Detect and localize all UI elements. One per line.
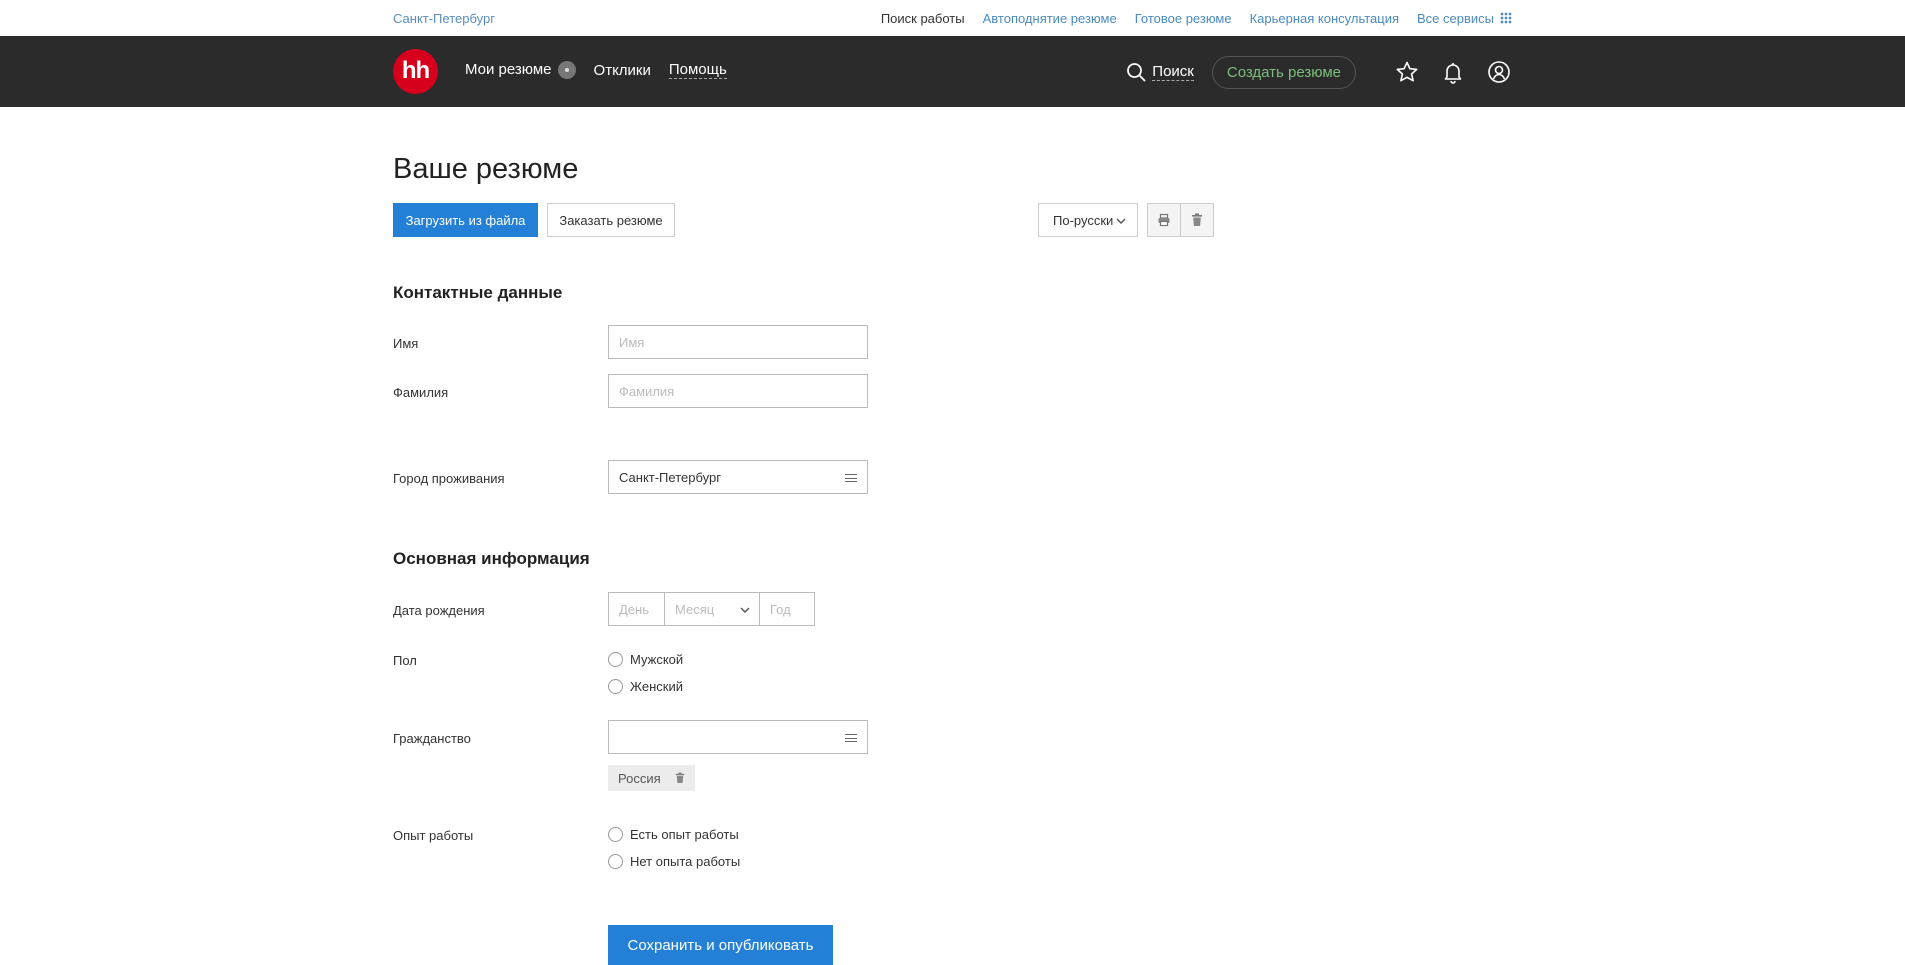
citizenship-input[interactable]: [608, 720, 868, 754]
birth-month-placeholder: Месяц: [675, 601, 715, 617]
top-bar: Санкт-Петербург Поиск работы Автоподняти…: [0, 0, 1905, 36]
radio-circle: [608, 652, 623, 667]
print-icon: [1158, 213, 1170, 227]
city-link[interactable]: Санкт-Петербург: [393, 11, 495, 26]
bell-icon: [1444, 63, 1462, 84]
basic-info-section-title: Основная информация: [393, 549, 590, 568]
list-icon[interactable]: [845, 734, 857, 742]
first-name-input[interactable]: Имя: [608, 325, 868, 359]
birth-year-input[interactable]: Год: [760, 592, 815, 626]
search-icon: [1127, 63, 1146, 82]
gender-female-radio[interactable]: Женский: [608, 679, 683, 694]
notification-dot-icon: [557, 61, 576, 80]
radio-circle: [608, 679, 623, 694]
nav-responses[interactable]: Отклики: [594, 62, 651, 79]
birth-day-input[interactable]: День: [608, 592, 665, 626]
trash-icon: [1192, 213, 1202, 226]
chevron-down-icon: [740, 607, 750, 613]
experience-no-radio[interactable]: Нет опыта работы: [608, 854, 740, 869]
gender-male-label: Мужской: [630, 652, 684, 667]
gender-male-radio[interactable]: Мужской: [608, 652, 683, 667]
page-title: Ваше резюме: [393, 153, 579, 185]
nav-help[interactable]: Помощь: [668, 61, 727, 80]
profile-button[interactable]: [1486, 59, 1512, 85]
language-value: По-русски: [1053, 212, 1114, 228]
user-icon: [1488, 61, 1510, 83]
upload-from-file-button[interactable]: Загрузить из файла: [393, 203, 538, 237]
create-resume-button[interactable]: Создать резюме: [1211, 55, 1356, 89]
order-resume-button[interactable]: Заказать резюме: [547, 203, 675, 237]
my-resumes-label: Мои резюме: [465, 61, 552, 78]
grid-icon: [1500, 12, 1512, 24]
notifications-button[interactable]: [1440, 59, 1466, 85]
favorites-button[interactable]: [1394, 59, 1420, 85]
nav-job-search[interactable]: Поиск работы: [881, 11, 965, 26]
nav-all-services[interactable]: Все сервисы: [1417, 11, 1512, 26]
city-value: Санкт-Петербург: [619, 469, 721, 485]
citizenship-label: Гражданство: [393, 731, 471, 746]
radio-circle: [608, 854, 623, 869]
nav-my-resumes[interactable]: Мои резюме: [465, 61, 576, 80]
delete-resume-button[interactable]: [1180, 203, 1214, 237]
hh-logo[interactable]: hh: [393, 49, 438, 94]
gender-label: Пол: [393, 653, 417, 668]
header-nav: Мои резюме Отклики Помощь: [465, 61, 727, 80]
gender-female-label: Женский: [630, 679, 683, 694]
experience-label: Опыт работы: [393, 828, 474, 843]
nav-ready-resume[interactable]: Готовое резюме: [1135, 11, 1232, 26]
experience-yes-radio[interactable]: Есть опыт работы: [608, 827, 739, 842]
search-label: Поиск: [1152, 63, 1194, 81]
city-input[interactable]: Санкт-Петербург: [608, 460, 868, 494]
first-name-label: Имя: [393, 336, 419, 351]
nav-career-consult[interactable]: Карьерная консультация: [1250, 11, 1399, 26]
services-nav: Поиск работы Автоподнятие резюме Готовое…: [881, 11, 1512, 26]
all-services-label: Все сервисы: [1417, 11, 1494, 26]
search-link[interactable]: Поиск: [1126, 62, 1194, 82]
save-and-publish-button[interactable]: Сохранить и опубликовать: [608, 925, 833, 965]
print-button[interactable]: [1147, 203, 1181, 237]
main-header: hh Мои резюме Отклики Помощь Поиск Созда…: [0, 36, 1905, 107]
birth-date-label: Дата рождения: [393, 603, 485, 618]
language-select[interactable]: По-русски: [1038, 203, 1138, 237]
citizenship-tag-label: Россия: [618, 770, 661, 786]
header-actions: Поиск Создать резюме: [1126, 50, 1512, 94]
birth-date-group: День Месяц Год: [608, 592, 815, 626]
citizenship-tag: Россия: [608, 765, 695, 791]
experience-no-label: Нет опыта работы: [630, 854, 741, 869]
chevron-down-icon: [1116, 218, 1126, 224]
list-icon[interactable]: [845, 474, 857, 482]
contacts-section-title: Контактные данные: [393, 283, 563, 302]
last-name-input[interactable]: Фамилия: [608, 374, 868, 408]
trash-icon[interactable]: [675, 772, 685, 784]
nav-auto-raise[interactable]: Автоподнятие резюме: [983, 11, 1117, 26]
star-icon: [1396, 61, 1418, 82]
experience-yes-label: Есть опыт работы: [630, 827, 739, 842]
city-label: Город проживания: [393, 471, 505, 486]
last-name-label: Фамилия: [393, 385, 449, 400]
birth-month-select[interactable]: Месяц: [665, 592, 760, 626]
radio-circle: [608, 827, 623, 842]
